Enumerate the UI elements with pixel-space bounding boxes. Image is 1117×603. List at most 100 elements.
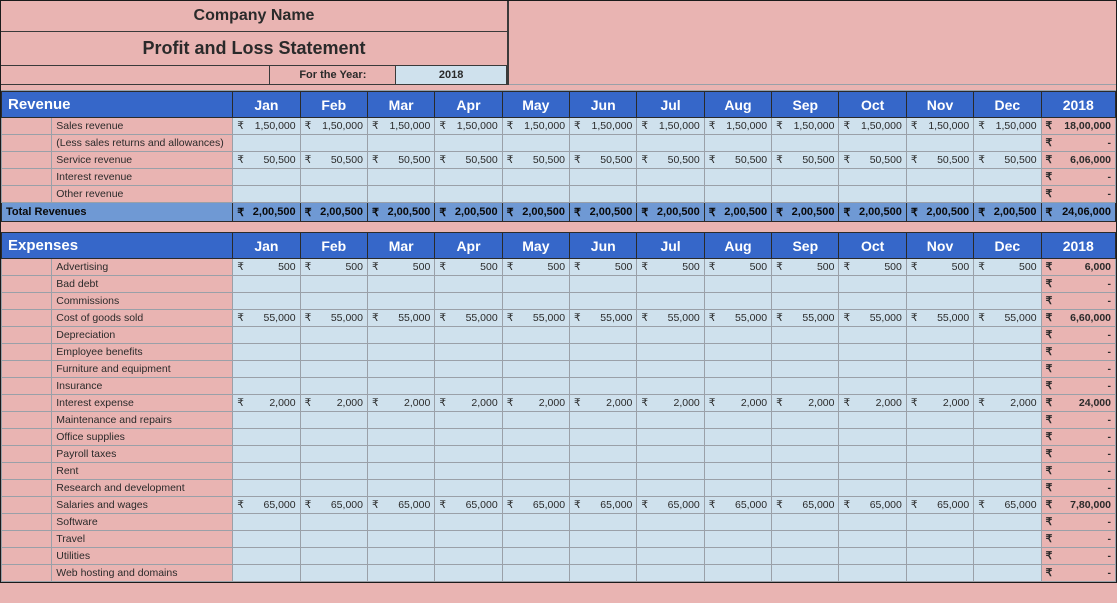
data-cell[interactable]: ₹65,000 <box>772 497 839 514</box>
data-cell[interactable]: ₹500 <box>502 259 569 276</box>
data-cell[interactable] <box>367 463 434 480</box>
data-cell[interactable]: ₹500 <box>367 259 434 276</box>
data-cell[interactable] <box>502 276 569 293</box>
data-cell[interactable] <box>233 531 300 548</box>
data-cell[interactable] <box>839 169 906 186</box>
data-cell[interactable] <box>974 565 1041 582</box>
data-cell[interactable]: ₹65,000 <box>906 497 973 514</box>
data-cell[interactable] <box>435 463 502 480</box>
data-cell[interactable] <box>974 344 1041 361</box>
data-cell[interactable] <box>300 565 367 582</box>
data-cell[interactable] <box>772 378 839 395</box>
data-cell[interactable]: ₹500 <box>435 259 502 276</box>
data-cell[interactable] <box>502 378 569 395</box>
data-cell[interactable] <box>570 361 637 378</box>
data-cell[interactable]: ₹55,000 <box>367 310 434 327</box>
data-cell[interactable] <box>570 429 637 446</box>
data-cell[interactable]: ₹2,000 <box>435 395 502 412</box>
data-cell[interactable] <box>839 293 906 310</box>
data-cell[interactable] <box>704 548 771 565</box>
data-cell[interactable] <box>974 361 1041 378</box>
data-cell[interactable]: ₹65,000 <box>974 497 1041 514</box>
data-cell[interactable]: ₹2,000 <box>233 395 300 412</box>
data-cell[interactable] <box>637 565 704 582</box>
data-cell[interactable] <box>367 186 434 203</box>
data-cell[interactable] <box>637 186 704 203</box>
data-cell[interactable] <box>906 276 973 293</box>
data-cell[interactable]: ₹2,000 <box>704 395 771 412</box>
data-cell[interactable] <box>300 463 367 480</box>
data-cell[interactable] <box>367 361 434 378</box>
data-cell[interactable]: ₹55,000 <box>570 310 637 327</box>
data-cell[interactable] <box>839 548 906 565</box>
data-cell[interactable] <box>772 531 839 548</box>
data-cell[interactable]: ₹1,50,000 <box>300 118 367 135</box>
data-cell[interactable] <box>772 327 839 344</box>
data-cell[interactable] <box>300 293 367 310</box>
data-cell[interactable]: ₹55,000 <box>906 310 973 327</box>
data-cell[interactable]: ₹500 <box>233 259 300 276</box>
data-cell[interactable] <box>300 446 367 463</box>
data-cell[interactable] <box>637 276 704 293</box>
data-cell[interactable] <box>300 344 367 361</box>
data-cell[interactable] <box>772 186 839 203</box>
data-cell[interactable] <box>974 135 1041 152</box>
data-cell[interactable] <box>772 293 839 310</box>
data-cell[interactable] <box>704 344 771 361</box>
data-cell[interactable] <box>772 565 839 582</box>
data-cell[interactable] <box>974 514 1041 531</box>
data-cell[interactable] <box>367 531 434 548</box>
data-cell[interactable]: ₹2,000 <box>906 395 973 412</box>
data-cell[interactable] <box>637 344 704 361</box>
data-cell[interactable] <box>502 293 569 310</box>
data-cell[interactable] <box>839 429 906 446</box>
data-cell[interactable]: ₹1,50,000 <box>502 118 569 135</box>
data-cell[interactable] <box>974 276 1041 293</box>
data-cell[interactable]: ₹65,000 <box>704 497 771 514</box>
data-cell[interactable] <box>435 446 502 463</box>
data-cell[interactable] <box>839 186 906 203</box>
data-cell[interactable]: ₹1,50,000 <box>367 118 434 135</box>
data-cell[interactable]: ₹500 <box>704 259 771 276</box>
data-cell[interactable] <box>233 412 300 429</box>
data-cell[interactable] <box>772 480 839 497</box>
data-cell[interactable] <box>367 514 434 531</box>
data-cell[interactable] <box>570 344 637 361</box>
data-cell[interactable] <box>772 135 839 152</box>
data-cell[interactable]: ₹55,000 <box>300 310 367 327</box>
data-cell[interactable] <box>637 531 704 548</box>
data-cell[interactable] <box>839 565 906 582</box>
data-cell[interactable] <box>906 361 973 378</box>
data-cell[interactable]: ₹1,50,000 <box>435 118 502 135</box>
data-cell[interactable] <box>839 480 906 497</box>
data-cell[interactable] <box>502 361 569 378</box>
data-cell[interactable] <box>233 169 300 186</box>
data-cell[interactable]: ₹50,500 <box>367 152 434 169</box>
data-cell[interactable] <box>502 186 569 203</box>
data-cell[interactable] <box>772 463 839 480</box>
data-cell[interactable] <box>570 293 637 310</box>
data-cell[interactable]: ₹50,500 <box>974 152 1041 169</box>
data-cell[interactable] <box>300 480 367 497</box>
data-cell[interactable]: ₹500 <box>906 259 973 276</box>
data-cell[interactable] <box>300 531 367 548</box>
data-cell[interactable] <box>300 361 367 378</box>
data-cell[interactable] <box>906 565 973 582</box>
data-cell[interactable] <box>570 412 637 429</box>
data-cell[interactable]: ₹50,500 <box>233 152 300 169</box>
data-cell[interactable] <box>233 446 300 463</box>
data-cell[interactable] <box>704 169 771 186</box>
data-cell[interactable] <box>637 327 704 344</box>
data-cell[interactable] <box>570 480 637 497</box>
data-cell[interactable] <box>704 327 771 344</box>
data-cell[interactable] <box>435 548 502 565</box>
data-cell[interactable] <box>367 446 434 463</box>
data-cell[interactable] <box>435 344 502 361</box>
data-cell[interactable] <box>570 276 637 293</box>
data-cell[interactable] <box>906 412 973 429</box>
data-cell[interactable] <box>974 293 1041 310</box>
data-cell[interactable]: ₹50,500 <box>772 152 839 169</box>
data-cell[interactable] <box>502 514 569 531</box>
data-cell[interactable] <box>367 565 434 582</box>
data-cell[interactable] <box>300 169 367 186</box>
